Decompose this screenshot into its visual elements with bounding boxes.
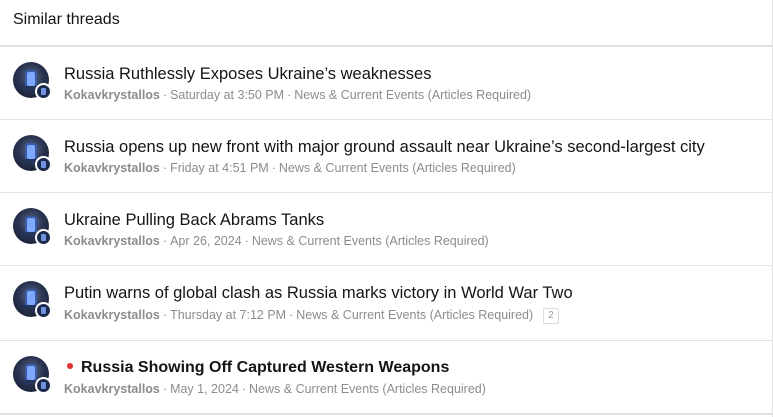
thread-date[interactable]: Friday at 4:51 PM (170, 161, 269, 175)
meta-separator: · (162, 161, 168, 175)
avatar[interactable] (13, 62, 52, 100)
thread-title[interactable]: Putin warns of global clash as Russia ma… (64, 283, 762, 303)
thread-author[interactable]: Kokavkrystallos (64, 161, 160, 175)
thread-meta: Kokavkrystallos · Apr 26, 2024 · News & Curr… (64, 233, 762, 249)
thread-meta: Kokavkrystallos · Friday at 4:51 PM · News &… (64, 160, 762, 176)
thread-forum[interactable]: News & Current Events (Articles Required… (249, 382, 486, 396)
thread-author[interactable]: Kokavkrystallos (64, 308, 160, 322)
thread-meta: Kokavkrystallos · May 1, 2024 · News & Curre… (64, 381, 762, 397)
meta-separator: · (244, 234, 249, 248)
similar-threads-block: Similar threads Russia Ruthlessly Expose… (0, 0, 773, 417)
avatar[interactable] (13, 208, 52, 246)
user-badge-icon (35, 229, 52, 246)
thread-row[interactable]: Putin warns of global clash as Russia ma… (0, 266, 772, 341)
thread-body: Ukraine Pulling Back Abrams Tanks Kokavk… (64, 193, 762, 249)
user-badge-icon (35, 83, 52, 100)
thread-body: Russia Ruthlessly Exposes Ukraine’s weak… (64, 47, 762, 103)
thread-title-line: Russia Showing Off Captured Western Weap… (64, 358, 762, 378)
meta-separator: · (162, 88, 168, 102)
thread-date[interactable]: Thursday at 7:12 PM (170, 308, 286, 322)
user-badge-icon (35, 377, 52, 394)
user-badge-icon (35, 302, 52, 319)
meta-separator: · (162, 382, 168, 396)
thread-title[interactable]: Ukraine Pulling Back Abrams Tanks (64, 210, 762, 230)
thread-title[interactable]: Russia Showing Off Captured Western Weap… (81, 359, 449, 376)
meta-separator: · (289, 308, 294, 322)
thread-forum[interactable]: News & Current Events (Articles Required… (279, 161, 516, 175)
thread-author[interactable]: Kokavkrystallos (64, 88, 160, 102)
thread-row[interactable]: Russia opens up new front with major gro… (0, 120, 772, 193)
thread-forum[interactable]: News & Current Events (Articles Required… (296, 308, 533, 322)
meta-separator: · (162, 308, 168, 322)
meta-separator: · (271, 161, 276, 175)
thread-body: Putin warns of global clash as Russia ma… (64, 266, 762, 324)
unread-dot-icon (67, 363, 73, 370)
thread-author[interactable]: Kokavkrystallos (64, 234, 160, 248)
avatar[interactable] (13, 281, 52, 319)
thread-author[interactable]: Kokavkrystallos (64, 382, 160, 396)
thread-forum[interactable]: News & Current Events (Articles Required… (252, 234, 489, 248)
thread-title[interactable]: Russia Ruthlessly Exposes Ukraine’s weak… (64, 64, 762, 84)
avatar[interactable] (13, 135, 52, 173)
thread-meta: Kokavkrystallos · Thursday at 7:12 PM · News… (64, 307, 762, 324)
avatar[interactable] (13, 356, 52, 394)
meta-separator: · (241, 382, 247, 396)
thread-row[interactable]: Ukraine Pulling Back Abrams Tanks Kokavk… (0, 193, 772, 266)
thread-forum[interactable]: News & Current Events (Articles Required… (294, 88, 531, 102)
user-badge-icon (35, 156, 52, 173)
thread-title[interactable]: Russia opens up new front with major gro… (64, 137, 762, 157)
thread-row[interactable]: Russia Ruthlessly Exposes Ukraine’s weak… (0, 47, 772, 120)
meta-separator: · (162, 234, 168, 248)
thread-body: Russia Showing Off Captured Western Weap… (64, 341, 762, 397)
thread-body: Russia opens up new front with major gro… (64, 120, 762, 176)
reply-count-badge: 2 (543, 307, 559, 324)
meta-separator: · (287, 88, 292, 102)
thread-meta: Kokavkrystallos · Saturday at 3:50 PM · News… (64, 87, 762, 103)
thread-row[interactable]: Russia Showing Off Captured Western Weap… (0, 341, 772, 415)
thread-date[interactable]: May 1, 2024 (170, 382, 239, 396)
block-header: Similar threads (0, 0, 772, 47)
thread-date[interactable]: Saturday at 3:50 PM (170, 88, 284, 102)
thread-date[interactable]: Apr 26, 2024 (170, 234, 242, 248)
